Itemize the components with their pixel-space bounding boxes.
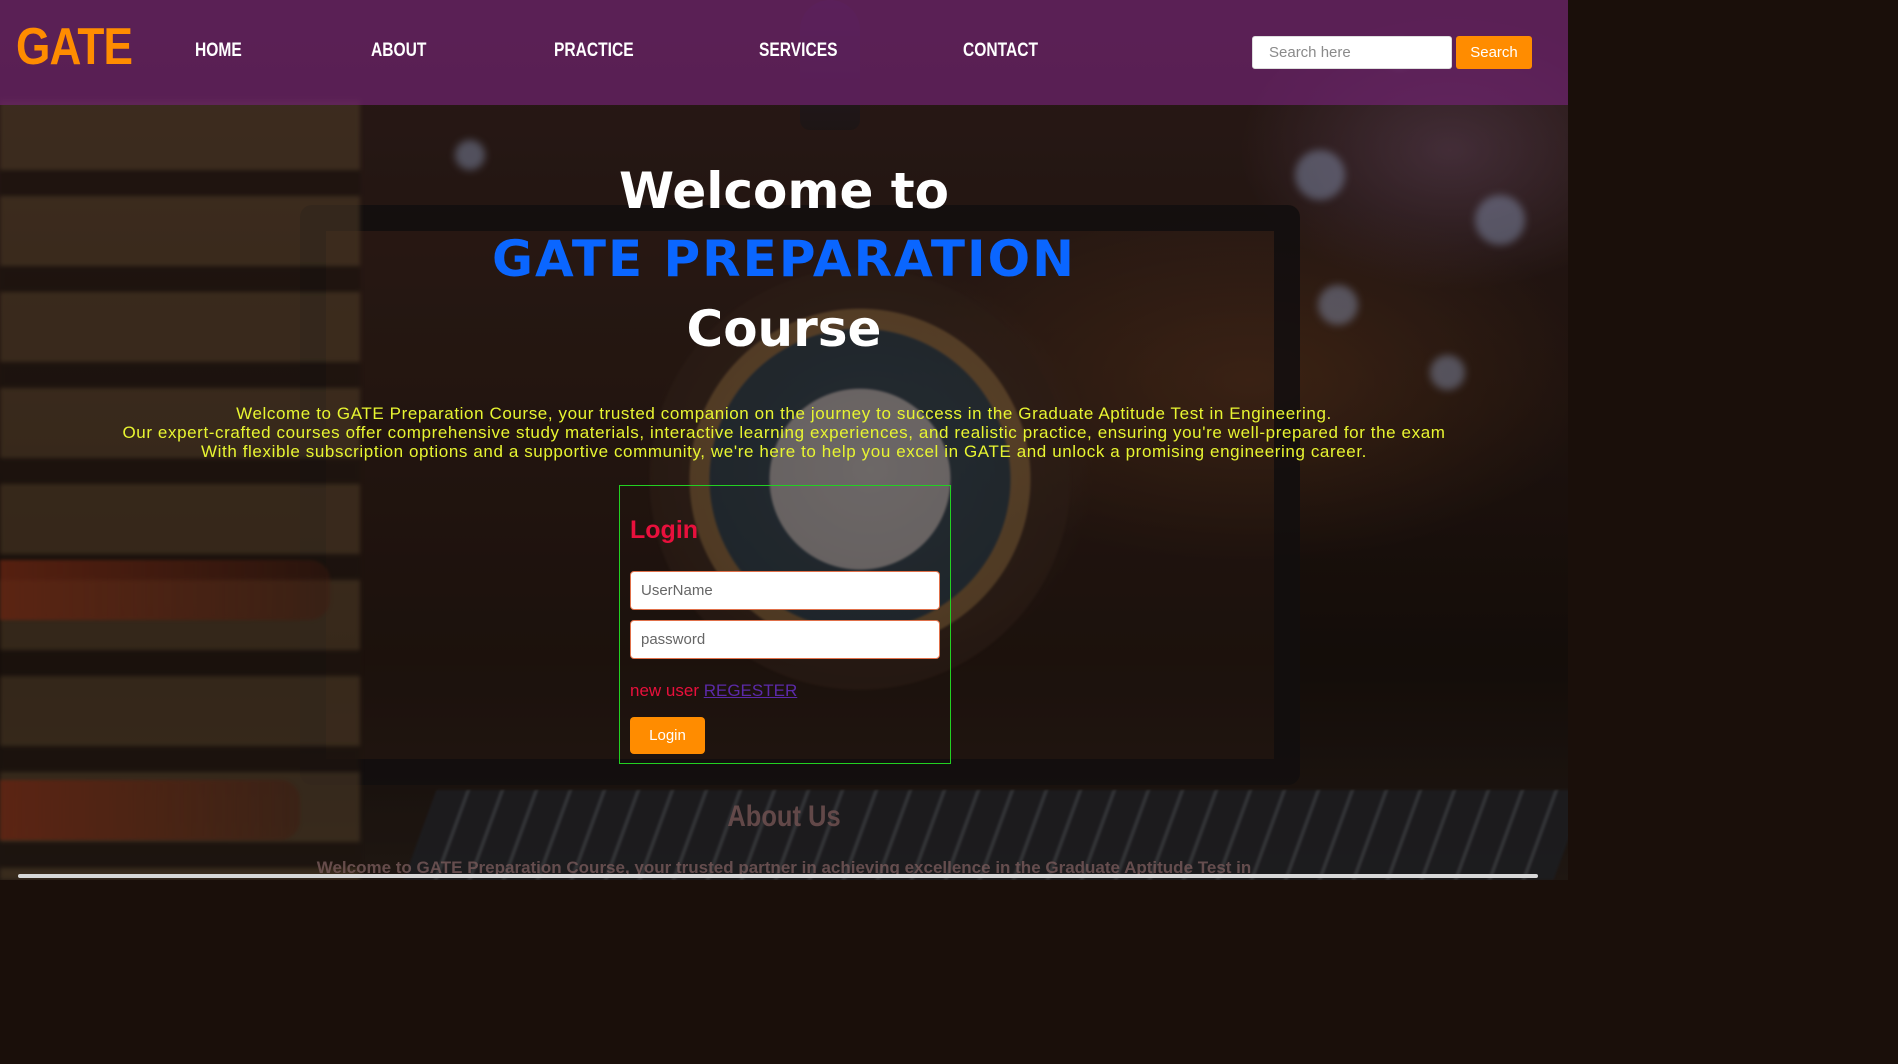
site-logo[interactable]: GATE bbox=[16, 17, 133, 77]
search-input[interactable] bbox=[1252, 36, 1452, 69]
search-button[interactable]: Search bbox=[1456, 36, 1532, 69]
nav-home[interactable]: HOME bbox=[195, 40, 242, 62]
top-header: GATE HOME ABOUT PRACTICE SERVICES CONTAC… bbox=[0, 0, 1568, 105]
nav-about[interactable]: ABOUT bbox=[371, 40, 426, 62]
about-heading: About Us bbox=[727, 800, 841, 833]
new-user-label: new user bbox=[630, 681, 699, 700]
intro-paragraph: Welcome to GATE Preparation Course, your… bbox=[236, 404, 1332, 423]
login-button[interactable]: Login bbox=[630, 717, 705, 754]
intro-paragraph: Our expert-crafted courses offer compreh… bbox=[122, 423, 1446, 442]
hero-heading-line1: Welcome to bbox=[618, 162, 950, 220]
password-input[interactable] bbox=[630, 620, 940, 659]
new-user-row: new user REGESTER bbox=[630, 681, 797, 701]
register-link[interactable]: REGESTER bbox=[704, 681, 798, 700]
username-input[interactable] bbox=[630, 571, 940, 610]
login-form: Login new user REGESTER Login bbox=[619, 485, 951, 764]
hero-heading-highlight: GATE PREPARATION bbox=[492, 230, 1076, 288]
hero-heading-line3: Course bbox=[686, 300, 882, 358]
nav-practice[interactable]: PRACTICE bbox=[554, 40, 634, 62]
login-title: Login bbox=[630, 516, 699, 544]
intro-paragraph: With flexible subscription options and a… bbox=[201, 442, 1367, 461]
nav-contact[interactable]: CONTACT bbox=[963, 40, 1038, 62]
horizontal-scrollbar[interactable] bbox=[18, 874, 1538, 878]
nav-services[interactable]: SERVICES bbox=[759, 40, 838, 62]
